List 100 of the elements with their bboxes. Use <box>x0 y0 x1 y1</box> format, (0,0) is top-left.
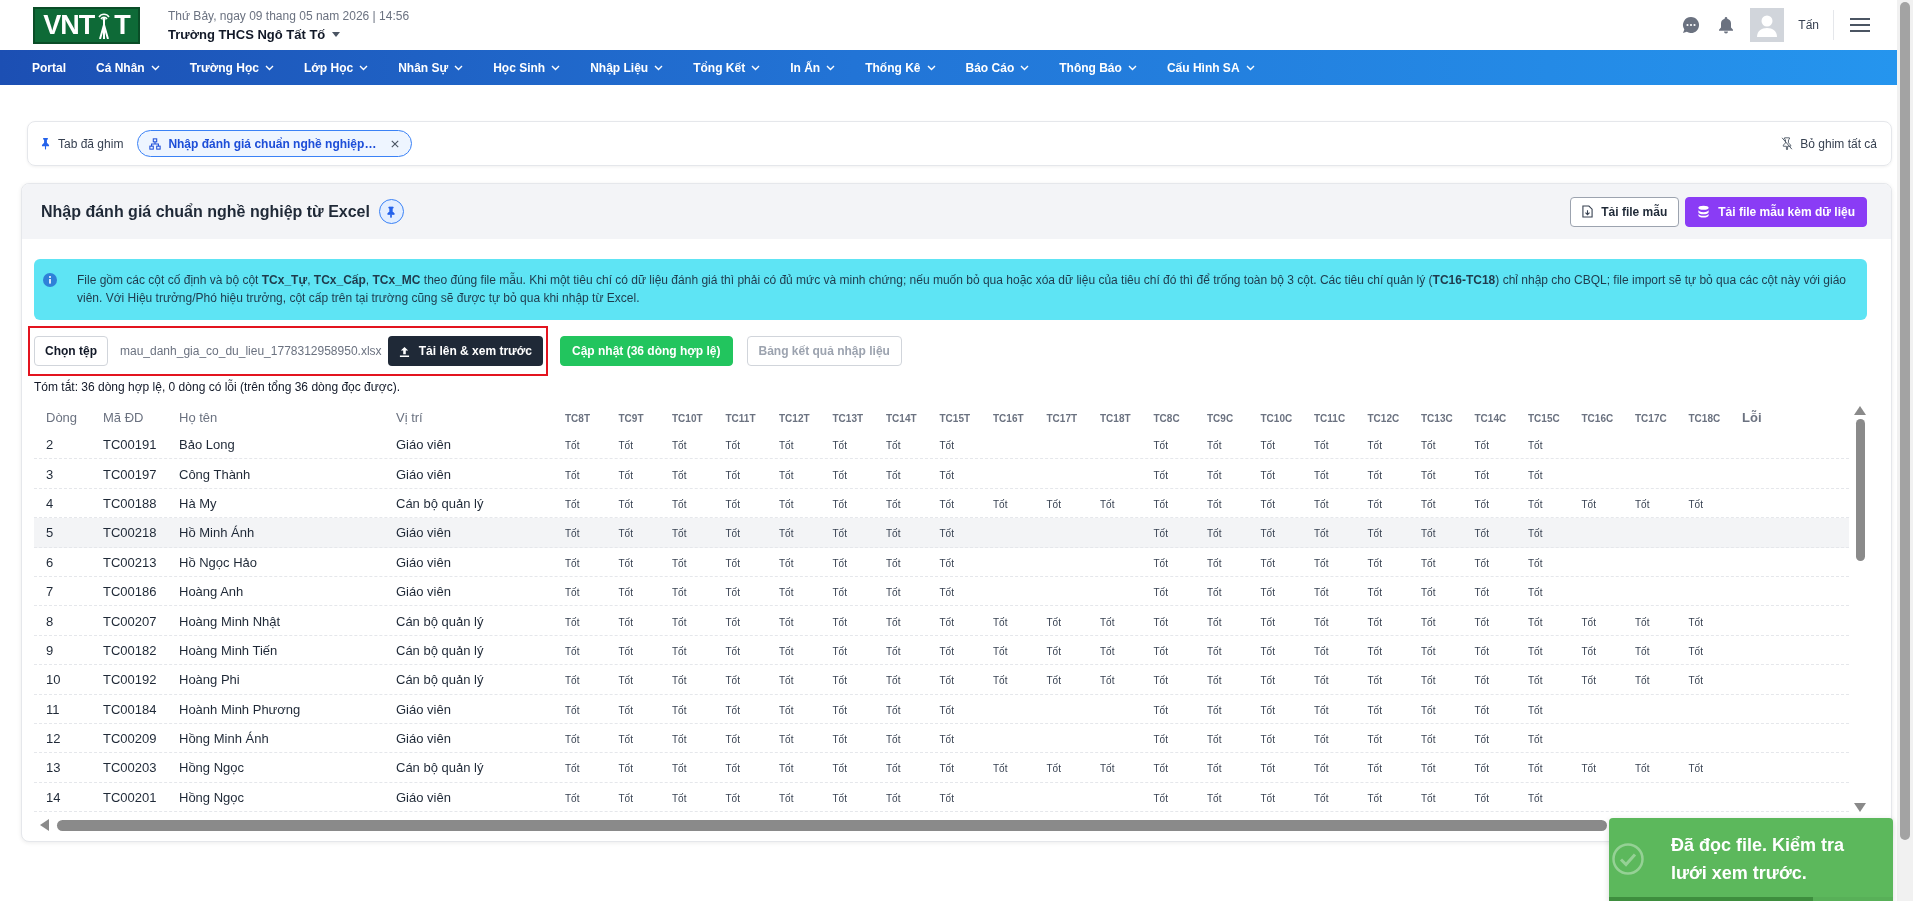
rating-text: Tốt <box>939 469 954 481</box>
rating-text: Tốt <box>939 498 954 510</box>
nav-menu-item[interactable]: Portal <box>32 60 66 75</box>
rating-text: Tốt <box>725 557 740 569</box>
rating-text: Tốt <box>1635 498 1650 510</box>
nav-menu-item[interactable]: Trường Học <box>189 60 274 75</box>
arrow-left-icon[interactable] <box>40 819 49 832</box>
scrollbar-thumb[interactable] <box>1855 419 1865 561</box>
rating-text: Tốt <box>725 792 740 804</box>
rating-text: Tốt <box>565 498 580 510</box>
rating-text: Tốt <box>1421 704 1436 716</box>
rating-text: Tốt <box>939 440 954 452</box>
rating-text: Tốt <box>1474 675 1489 687</box>
rating-text: Tốt <box>1474 734 1489 746</box>
rating-text: Tốt <box>1207 557 1222 569</box>
chat-icon[interactable] <box>1682 16 1701 34</box>
page-title: Nhập đánh giá chuẩn nghề nghiệp từ Excel <box>41 202 370 221</box>
scrollbar-thumb[interactable] <box>1900 2 1910 840</box>
rating-text: Tốt <box>939 763 954 775</box>
close-icon[interactable] <box>391 139 400 148</box>
rating-text: Tốt <box>1528 645 1543 657</box>
rating-text: Tốt <box>886 675 901 687</box>
database-icon <box>1697 205 1711 218</box>
nav-menu-item[interactable]: Cá Nhân <box>96 60 160 75</box>
job-title: Giáo viên <box>396 789 451 805</box>
rating-text: Tốt <box>565 528 580 540</box>
rating-text: Tốt <box>1100 645 1115 657</box>
rating-text: Tốt <box>993 645 1008 657</box>
nav-menu-item[interactable]: Báo Cáo <box>965 60 1030 75</box>
rating-text: Tốt <box>618 469 633 481</box>
rating-text: Tốt <box>1474 704 1489 716</box>
rating-text: Tốt <box>725 440 740 452</box>
upload-preview-button[interactable]: Tải lên & xem trước <box>387 336 543 366</box>
arrow-down-icon[interactable] <box>1854 803 1866 813</box>
bell-icon[interactable] <box>1718 16 1735 34</box>
rating-text: Tốt <box>1153 528 1168 540</box>
job-title: Giáo viên <box>396 466 451 482</box>
pin-button[interactable] <box>378 199 404 224</box>
unpin-all-button[interactable]: Bỏ ghim tất cả <box>1781 136 1877 151</box>
rating-text: Tốt <box>1528 675 1543 687</box>
nav-menu-item[interactable]: In Ấn <box>790 60 836 75</box>
nav-menu-item[interactable]: Cấu Hình SA <box>1166 60 1255 75</box>
rating-text: Tốt <box>1421 498 1436 510</box>
download-template-button[interactable]: Tải file mẫu <box>1570 196 1680 227</box>
rating-text: Tốt <box>1421 469 1436 481</box>
scrollbar-thumb[interactable] <box>57 819 1607 831</box>
page-scrollbar[interactable] <box>1897 0 1913 901</box>
pinned-tabs-label: Tab đã ghim <box>58 136 124 151</box>
rating-text: Tốt <box>618 792 633 804</box>
rating-text: Tốt <box>1367 763 1382 775</box>
user-name[interactable]: Tấn <box>1798 18 1819 32</box>
nav-menu-item[interactable]: Nhập Liệu <box>590 60 664 75</box>
column-header: TC17T <box>1046 413 1078 424</box>
choose-file-button[interactable]: Chọn tệp <box>34 336 108 366</box>
job-title: Giáo viên <box>396 437 451 453</box>
rating-text: Tốt <box>1314 734 1329 746</box>
rating-text: Tốt <box>1153 440 1168 452</box>
rating-text: Tốt <box>1153 469 1168 481</box>
rating-text: Tốt <box>672 675 687 687</box>
download-with-data-button[interactable]: Tải file mẫu kèm dữ liệu <box>1685 196 1867 227</box>
nav-menu-item[interactable]: Nhân Sự <box>398 60 464 75</box>
rating-text: Tốt <box>1528 440 1543 452</box>
rating-text: Tốt <box>618 498 633 510</box>
rating-text: Tốt <box>1688 675 1703 687</box>
rating-text: Tốt <box>1207 792 1222 804</box>
rating-text: Tốt <box>1688 616 1703 628</box>
rating-text: Tốt <box>886 557 901 569</box>
school-selector[interactable]: Trường THCS Ngô Tất Tố <box>168 26 410 42</box>
column-header: TC11C <box>1314 413 1346 424</box>
rating-text: Tốt <box>1314 675 1329 687</box>
rating-text: Tốt <box>886 792 901 804</box>
pinned-tab[interactable]: Nhập đánh giá chuẩn nghề nghiệp… <box>137 130 413 157</box>
job-title: Cán bộ quản lý <box>396 672 484 688</box>
rating-text: Tốt <box>565 763 580 775</box>
rating-text: Tốt <box>1474 616 1489 628</box>
nav-menu-item[interactable]: Học Sinh <box>493 60 561 75</box>
rating-text: Tốt <box>618 675 633 687</box>
nav-menu-item[interactable]: Thông Báo <box>1059 60 1137 75</box>
job-title: Cán bộ quản lý <box>396 495 484 511</box>
rating-text: Tốt <box>1153 704 1168 716</box>
rating-text: Tốt <box>832 469 847 481</box>
full-name: Hoàng Minh Tiến <box>179 642 278 658</box>
rating-text: Tốt <box>886 498 901 510</box>
nav-menu-item[interactable]: Thống Kê <box>865 60 936 75</box>
caret-icon <box>1245 64 1255 71</box>
column-header: TC14T <box>886 413 917 424</box>
column-header: TC9T <box>618 413 644 424</box>
column-header: TC13T <box>832 413 864 424</box>
nav-menu-item[interactable]: Tổng Kết <box>693 60 761 75</box>
nav-menu-item[interactable]: Lớp Học <box>303 60 369 75</box>
rating-text: Tốt <box>1046 616 1061 628</box>
rating-text: Tốt <box>1421 792 1436 804</box>
menu-icon[interactable] <box>1850 18 1870 32</box>
caret-icon <box>359 64 369 71</box>
rating-text: Tốt <box>886 440 901 452</box>
rating-text: Tốt <box>779 645 794 657</box>
rating-text: Tốt <box>1421 734 1436 746</box>
arrow-up-icon[interactable] <box>1854 406 1866 415</box>
logo[interactable]: VNT T <box>33 6 140 44</box>
rating-text: Tốt <box>725 528 740 540</box>
